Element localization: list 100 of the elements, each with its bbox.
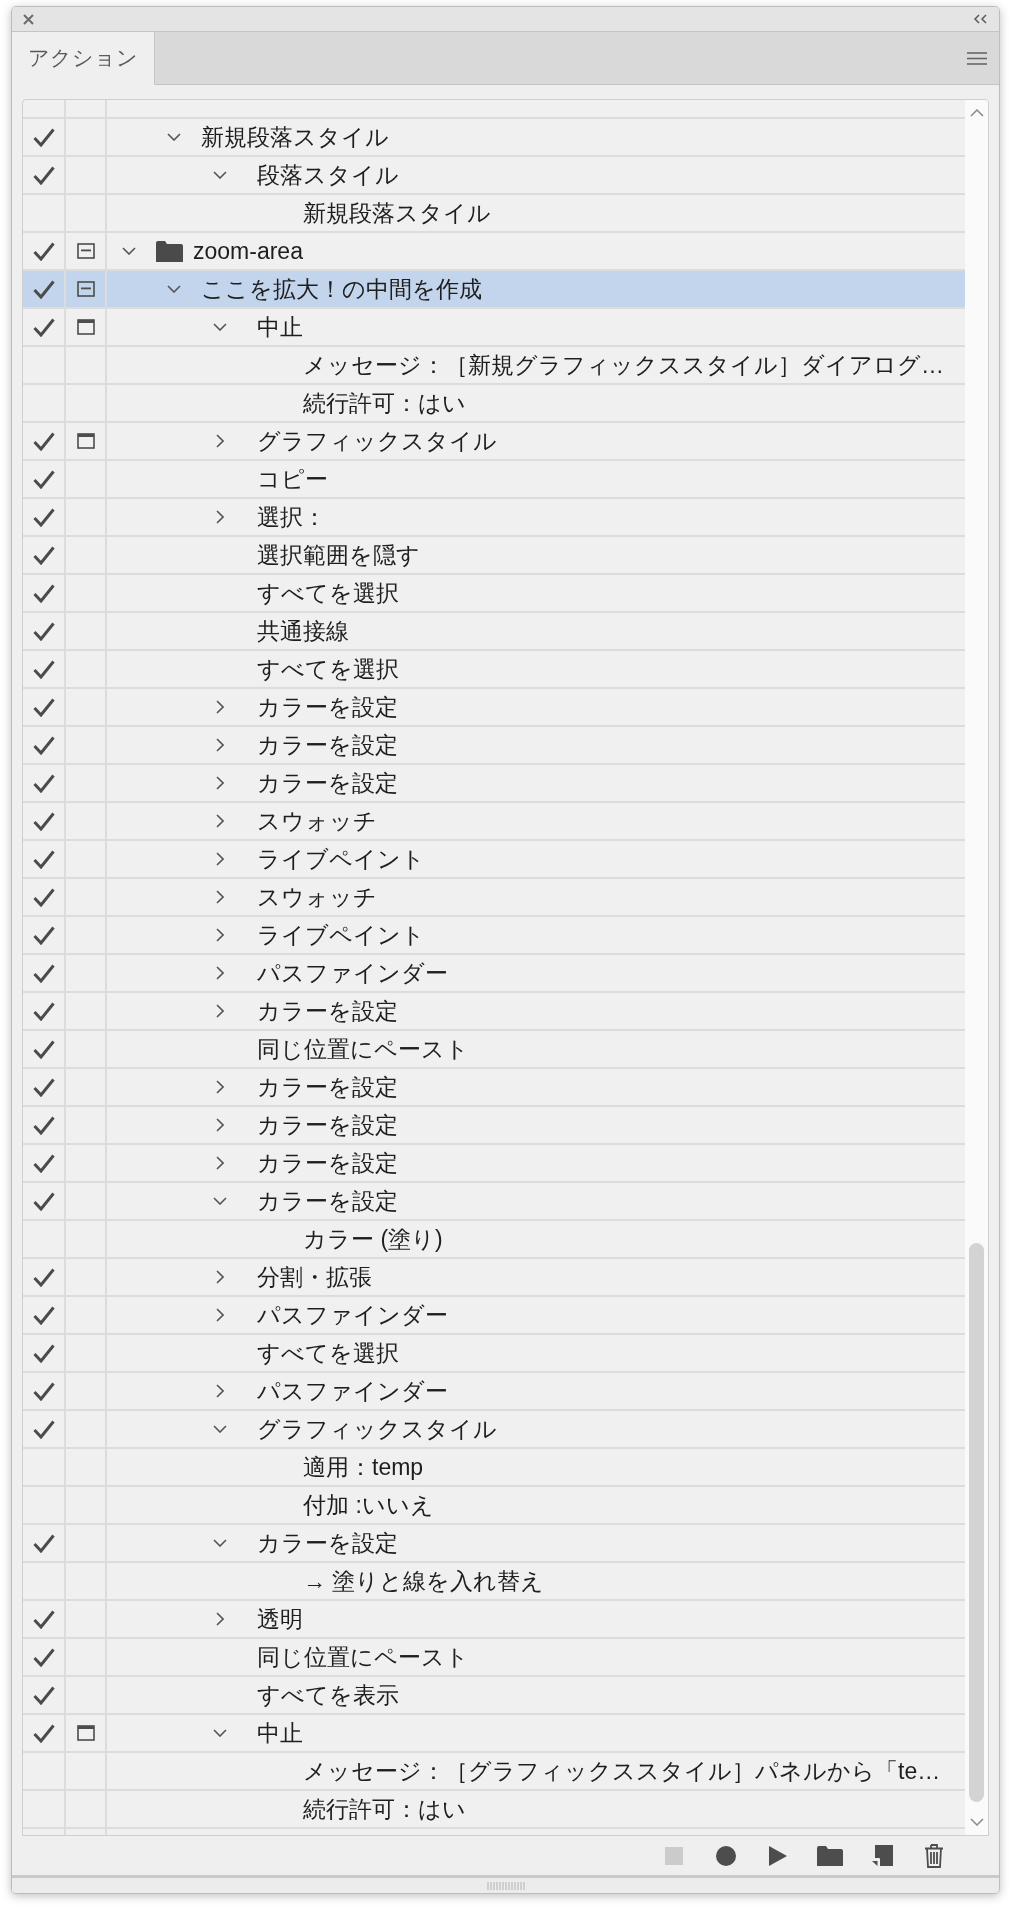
action-row[interactable]: パスファインダー	[23, 1297, 965, 1335]
action-row[interactable]: → 塗りと線を入れ替え	[23, 1563, 965, 1601]
action-row[interactable]: グラフィックスタイル	[23, 1411, 965, 1449]
chevron-right-icon[interactable]	[216, 1612, 224, 1626]
chevron-right-icon[interactable]	[216, 1004, 224, 1018]
action-row[interactable]: ライブペイント	[23, 841, 965, 879]
check-icon[interactable]	[32, 469, 55, 489]
action-row[interactable]: スウォッチ	[23, 803, 965, 841]
check-icon[interactable]	[32, 963, 55, 983]
action-row[interactable]: 適用：temp	[23, 1449, 965, 1487]
minus-box-icon[interactable]	[76, 281, 95, 297]
collapse-icon[interactable]	[973, 14, 988, 24]
action-row[interactable]: 同じ位置にペースト	[23, 1639, 965, 1677]
check-icon[interactable]	[32, 1381, 55, 1401]
action-row[interactable]: すべてを選択	[23, 1335, 965, 1373]
check-icon[interactable]	[32, 1267, 55, 1287]
check-icon[interactable]	[32, 1723, 55, 1743]
check-icon[interactable]	[32, 127, 55, 147]
check-icon[interactable]	[32, 1191, 55, 1211]
check-icon[interactable]	[32, 659, 55, 679]
chevron-down-icon[interactable]	[213, 1197, 227, 1205]
window-icon[interactable]	[76, 433, 95, 449]
chevron-right-icon[interactable]	[216, 434, 224, 448]
chevron-right-icon[interactable]	[216, 1118, 224, 1132]
action-row[interactable]: カラーを設定	[23, 727, 965, 765]
action-row[interactable]: 新規段落スタイル	[23, 119, 965, 157]
action-row[interactable]: パスファインダー	[23, 955, 965, 993]
check-icon[interactable]	[32, 621, 55, 641]
window-icon[interactable]	[76, 1725, 95, 1741]
action-row[interactable]: メッセージ：［新規グラフィックススタイル］ダイアログ…	[23, 347, 965, 385]
action-row[interactable]: 中止	[23, 1715, 965, 1753]
action-row[interactable]: すべてを表示	[23, 1677, 965, 1715]
chevron-right-icon[interactable]	[216, 1080, 224, 1094]
action-row[interactable]: 中止	[23, 309, 965, 347]
check-icon[interactable]	[32, 1609, 55, 1629]
chevron-right-icon[interactable]	[216, 1270, 224, 1284]
action-row[interactable]: すべてを選択	[23, 575, 965, 613]
chevron-right-icon[interactable]	[216, 1308, 224, 1322]
action-row[interactable]: カラーを設定	[23, 993, 965, 1031]
chevron-up-icon[interactable]	[969, 109, 984, 117]
chevron-right-icon[interactable]	[216, 1156, 224, 1170]
chevron-down-icon[interactable]	[213, 1539, 227, 1547]
panel-tab[interactable]: アクション	[12, 32, 155, 85]
minus-box-icon[interactable]	[76, 243, 95, 259]
chevron-down-icon[interactable]	[167, 133, 181, 141]
chevron-right-icon[interactable]	[216, 1384, 224, 1398]
chevron-right-icon[interactable]	[216, 510, 224, 524]
chevron-right-icon[interactable]	[216, 776, 224, 790]
resize-grip-icon[interactable]	[486, 1881, 525, 1890]
action-row[interactable]: 同じ位置にペースト	[23, 1031, 965, 1069]
check-icon[interactable]	[32, 1153, 55, 1173]
check-icon[interactable]	[32, 925, 55, 945]
check-icon[interactable]	[32, 1039, 55, 1059]
action-row[interactable]: 透明	[23, 1601, 965, 1639]
check-icon[interactable]	[32, 1533, 55, 1553]
action-row[interactable]: カラーを設定	[23, 1145, 965, 1183]
chevron-down-icon[interactable]	[213, 323, 227, 331]
check-icon[interactable]	[32, 317, 55, 337]
chevron-right-icon[interactable]	[216, 928, 224, 942]
check-icon[interactable]	[32, 1685, 55, 1705]
action-row[interactable]: ライブペイント	[23, 917, 965, 955]
chevron-right-icon[interactable]	[216, 814, 224, 828]
chevron-down-icon[interactable]	[969, 1818, 984, 1826]
check-icon[interactable]	[32, 1077, 55, 1097]
check-icon[interactable]	[32, 1305, 55, 1325]
action-row[interactable]: すべてを選択	[23, 651, 965, 689]
check-icon[interactable]	[32, 735, 55, 755]
action-row[interactable]: コピー	[23, 461, 965, 499]
check-icon[interactable]	[32, 773, 55, 793]
check-icon[interactable]	[32, 1647, 55, 1667]
chevron-down-icon[interactable]	[122, 247, 136, 255]
action-row[interactable]: メッセージ：［グラフィックススタイル］パネルから「te…	[23, 1753, 965, 1791]
check-icon[interactable]	[32, 279, 55, 299]
action-row[interactable]: 続行許可：はい	[23, 385, 965, 423]
action-row[interactable]: スウォッチ	[23, 879, 965, 917]
chevron-down-icon[interactable]	[213, 171, 227, 179]
chevron-right-icon[interactable]	[216, 890, 224, 904]
check-icon[interactable]	[32, 545, 55, 565]
action-row[interactable]: カラーを設定	[23, 1069, 965, 1107]
action-row[interactable]: ここを拡大！の中間を作成	[23, 271, 965, 309]
action-row[interactable]: 共通接線	[23, 613, 965, 651]
chevron-right-icon[interactable]	[216, 700, 224, 714]
scrollbar-thumb[interactable]	[969, 1243, 984, 1802]
chevron-right-icon[interactable]	[216, 966, 224, 980]
check-icon[interactable]	[32, 241, 55, 261]
check-icon[interactable]	[32, 1115, 55, 1135]
check-icon[interactable]	[32, 583, 55, 603]
action-row[interactable]: 選択範囲を隠す	[23, 537, 965, 575]
action-row[interactable]: グラフィックスタイル	[23, 423, 965, 461]
menu-icon[interactable]	[967, 51, 987, 65]
chevron-down-icon[interactable]	[213, 1729, 227, 1737]
check-icon[interactable]	[32, 849, 55, 869]
action-row[interactable]: カラーを設定	[23, 1525, 965, 1563]
action-row[interactable]: カラーを設定	[23, 1183, 965, 1221]
action-row[interactable]: カラーを設定	[23, 689, 965, 727]
check-icon[interactable]	[32, 697, 55, 717]
action-row[interactable]: カラー (塗り)	[23, 1221, 965, 1259]
action-row[interactable]: カラーを設定	[23, 1107, 965, 1145]
chevron-right-icon[interactable]	[216, 852, 224, 866]
check-icon[interactable]	[32, 887, 55, 907]
